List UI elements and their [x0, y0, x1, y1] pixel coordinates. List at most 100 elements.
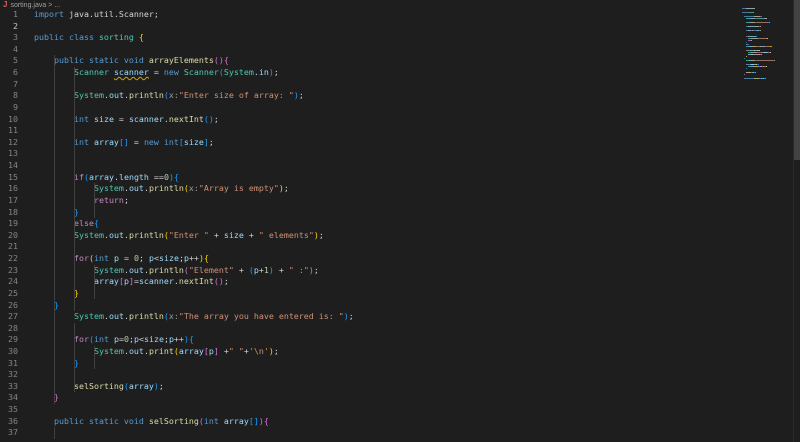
code-line[interactable]: 10 int size = scanner.nextInt(); — [0, 114, 740, 126]
code-text[interactable]: } — [34, 358, 79, 370]
code-line[interactable]: 20 System.out.println("Enter " + size + … — [0, 230, 740, 242]
breadcrumb-symbol[interactable]: ... — [54, 2, 60, 9]
code-line[interactable]: 16 System.out.println(x:"Array is empty"… — [0, 183, 740, 195]
code-line[interactable]: 26 } — [0, 300, 740, 312]
line-number[interactable]: 11 — [0, 125, 18, 137]
vertical-scrollbar-thumb[interactable] — [794, 0, 800, 160]
code-text[interactable]: int array[] = new int[size]; — [34, 137, 214, 149]
line-number[interactable]: 25 — [0, 288, 18, 300]
line-number[interactable]: 24 — [0, 276, 18, 288]
code-text[interactable]: System.out.print(array[p] +" "+'\n'); — [34, 346, 279, 358]
line-number[interactable]: 15 — [0, 172, 18, 184]
code-line[interactable]: 2 — [0, 21, 740, 33]
line-number[interactable]: 23 — [0, 265, 18, 277]
line-number[interactable]: 28 — [0, 323, 18, 335]
minimap[interactable] — [740, 0, 792, 100]
code-line[interactable]: 35 — [0, 404, 740, 416]
code-text[interactable]: System.out.println(x:"Array is empty"); — [34, 183, 289, 195]
line-number[interactable]: 6 — [0, 67, 18, 79]
code-text[interactable]: public static void arrayElements(){ — [34, 55, 229, 67]
line-number[interactable]: 17 — [0, 195, 18, 207]
code-text[interactable]: } — [34, 288, 79, 300]
line-number[interactable]: 31 — [0, 358, 18, 370]
code-text[interactable]: for(int p=0;p<size;p++){ — [34, 334, 194, 346]
breadcrumb[interactable]: Jsorting.java >... — [0, 0, 800, 9]
line-number[interactable]: 27 — [0, 311, 18, 323]
code-line[interactable]: 25 } — [0, 288, 740, 300]
code-line[interactable]: 18 } — [0, 207, 740, 219]
line-number[interactable]: 14 — [0, 160, 18, 172]
line-number[interactable]: 30 — [0, 346, 18, 358]
code-text[interactable]: array[p]=scanner.nextInt(); — [34, 276, 229, 288]
code-line[interactable]: 28 — [0, 323, 740, 335]
line-number[interactable]: 33 — [0, 381, 18, 393]
line-number[interactable]: 1 — [0, 9, 18, 21]
line-number[interactable]: 20 — [0, 230, 18, 242]
line-number[interactable]: 34 — [0, 392, 18, 404]
line-number[interactable]: 8 — [0, 90, 18, 102]
code-line[interactable]: 3 public class sorting { — [0, 32, 740, 44]
line-number[interactable]: 9 — [0, 102, 18, 114]
line-number[interactable]: 18 — [0, 207, 18, 219]
code-line[interactable]: 23 System.out.println("Element" + (p+1) … — [0, 265, 740, 277]
line-number[interactable]: 32 — [0, 369, 18, 381]
code-line[interactable]: 19 else{ — [0, 218, 740, 230]
line-number[interactable]: 7 — [0, 79, 18, 91]
line-number[interactable]: 16 — [0, 183, 18, 195]
code-line[interactable]: 4 — [0, 44, 740, 56]
line-number[interactable]: 5 — [0, 55, 18, 67]
line-number[interactable]: 29 — [0, 334, 18, 346]
code-line[interactable]: 34 } — [0, 392, 740, 404]
line-number[interactable]: 2 — [0, 21, 18, 33]
code-text[interactable]: Scanner scanner = new Scanner(System.in)… — [34, 67, 279, 79]
code-line[interactable]: 6 Scanner scanner = new Scanner(System.i… — [0, 67, 740, 79]
code-text[interactable]: } — [34, 300, 59, 312]
code-text[interactable]: public class sorting { — [34, 32, 144, 44]
code-line[interactable]: 17 return; — [0, 195, 740, 207]
code-line[interactable]: 15 if(array.length ==0){ — [0, 172, 740, 184]
line-number[interactable]: 26 — [0, 300, 18, 312]
line-number[interactable]: 37 — [0, 427, 18, 439]
code-line[interactable]: 13 — [0, 148, 740, 160]
breadcrumb-file[interactable]: sorting.java — [10, 2, 46, 9]
code-line[interactable]: 31 } — [0, 358, 740, 370]
code-line[interactable]: 24 array[p]=scanner.nextInt(); — [0, 276, 740, 288]
code-text[interactable]: int size = scanner.nextInt(); — [34, 114, 219, 126]
code-line[interactable]: 11 — [0, 125, 740, 137]
line-number[interactable]: 12 — [0, 137, 18, 149]
code-text[interactable]: System.out.println("Enter " + size + " e… — [34, 230, 324, 242]
line-number[interactable]: 13 — [0, 148, 18, 160]
code-text[interactable]: } — [34, 207, 79, 219]
code-text[interactable]: if(array.length ==0){ — [34, 172, 179, 184]
code-text[interactable]: import java.util.Scanner; — [34, 9, 159, 21]
code-line[interactable]: 27 System.out.println(x:"The array you h… — [0, 311, 740, 323]
code-line[interactable]: 7 — [0, 79, 740, 91]
code-line[interactable]: 37 — [0, 427, 740, 439]
code-line[interactable]: 8 System.out.println(x:"Enter size of ar… — [0, 90, 740, 102]
code-line[interactable]: 36 public static void selSorting(int arr… — [0, 416, 740, 428]
code-text[interactable]: return; — [34, 195, 129, 207]
code-line[interactable]: 21 — [0, 241, 740, 253]
code-line[interactable]: 9 — [0, 102, 740, 114]
line-number[interactable]: 22 — [0, 253, 18, 265]
line-number[interactable]: 21 — [0, 241, 18, 253]
code-text[interactable]: for(int p = 0; p<size;p++){ — [34, 253, 209, 265]
code-line[interactable]: 29 for(int p=0;p<size;p++){ — [0, 334, 740, 346]
code-line[interactable]: 32 — [0, 369, 740, 381]
line-number[interactable]: 19 — [0, 218, 18, 230]
code-line[interactable]: 33 selSorting(array); — [0, 381, 740, 393]
line-number[interactable]: 3 — [0, 32, 18, 44]
code-line[interactable]: 14 — [0, 160, 740, 172]
line-number[interactable]: 4 — [0, 44, 18, 56]
code-line[interactable]: 1 import java.util.Scanner; — [0, 9, 740, 21]
code-text[interactable]: } — [34, 392, 59, 404]
code-text[interactable]: System.out.println("Element" + (p+1) + "… — [34, 265, 319, 277]
line-number[interactable]: 10 — [0, 114, 18, 126]
code-text[interactable]: System.out.println(x:"The array you have… — [34, 311, 354, 323]
code-editor[interactable]: 1 import java.util.Scanner; 2 3 public class… — [0, 9, 740, 442]
code-text[interactable]: public static void selSorting(int array[… — [34, 416, 269, 428]
code-line[interactable]: 12 int array[] = new int[size]; — [0, 137, 740, 149]
code-line[interactable]: 22 for(int p = 0; p<size;p++){ — [0, 253, 740, 265]
code-line[interactable]: 5 public static void arrayElements(){ — [0, 55, 740, 67]
code-text[interactable]: else{ — [34, 218, 99, 230]
